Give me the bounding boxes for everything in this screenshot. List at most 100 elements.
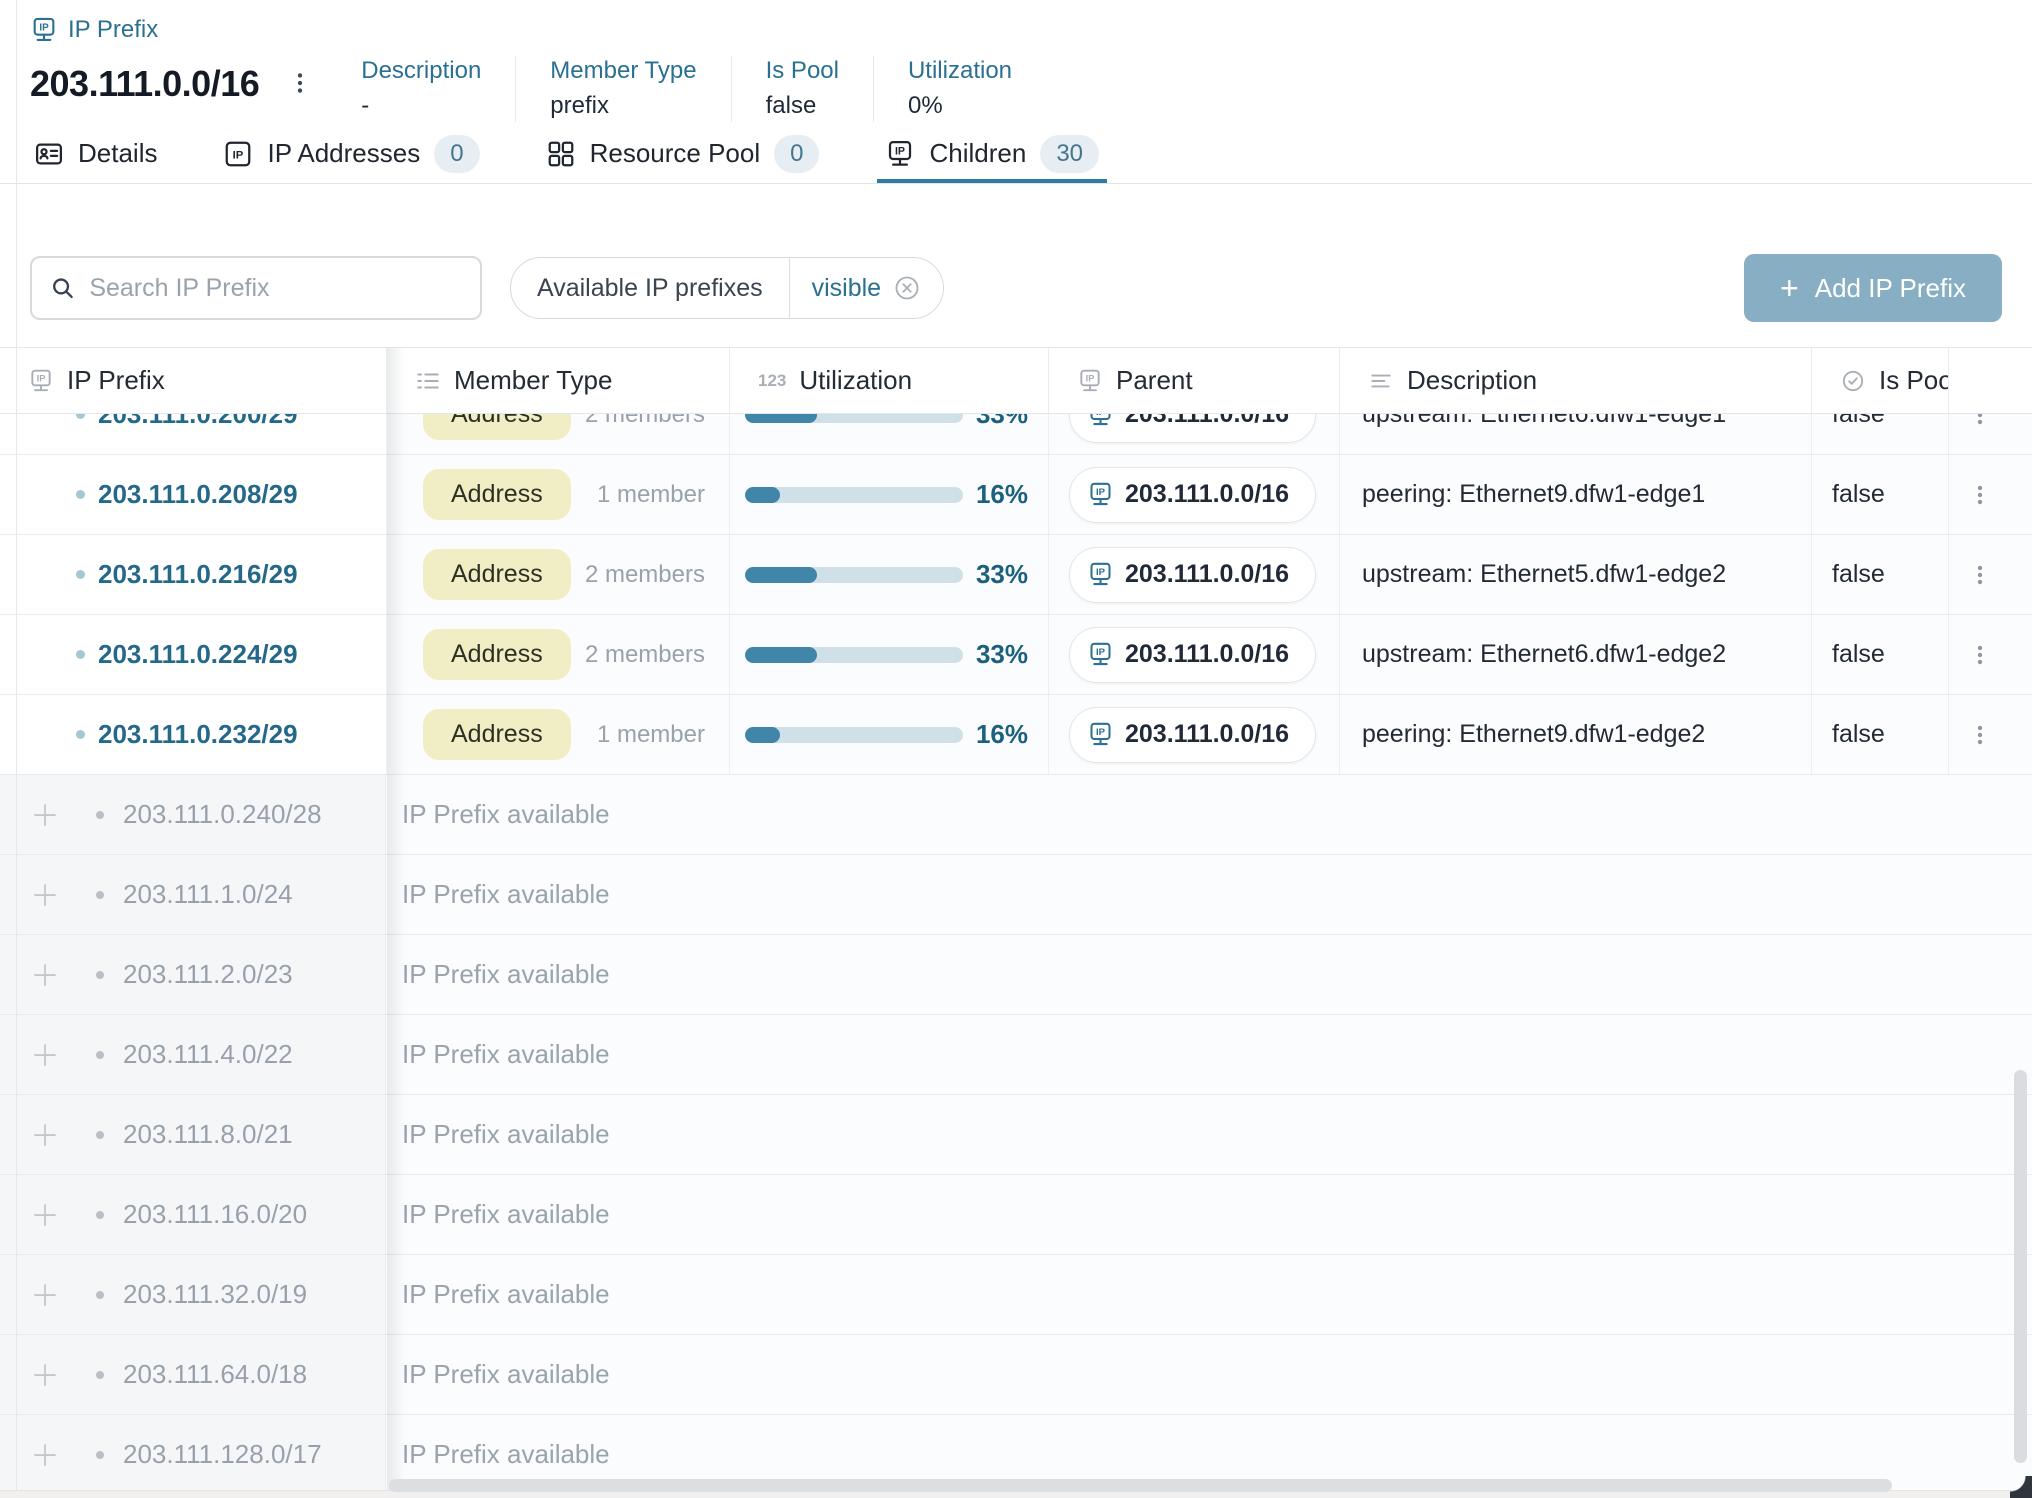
available-prefix-row: 203.111.8.0/21 IP Prefix available	[0, 1095, 2032, 1175]
row-actions-button[interactable]	[1968, 483, 1992, 507]
add-ip-prefix-button[interactable]: + Add IP Prefix	[1744, 254, 2002, 322]
parent-link[interactable]: IP203.111.0.0/16	[1069, 467, 1316, 523]
column-header-description[interactable]: Description	[1339, 348, 1811, 413]
table-header: IP IP Prefix Member Type 123 Utilization…	[0, 348, 2032, 414]
row-actions-button[interactable]	[1968, 723, 1992, 747]
add-available-prefix-button[interactable]	[30, 1280, 60, 1310]
available-prefix-row: 203.111.1.0/24 IP Prefix available	[0, 855, 2032, 935]
search-input[interactable]	[89, 274, 462, 303]
available-prefix: 203.111.16.0/20	[123, 1199, 307, 1230]
children-table: IP IP Prefix Member Type 123 Utilization…	[0, 347, 2032, 1495]
add-available-prefix-button[interactable]	[30, 1440, 60, 1470]
svg-text:IP: IP	[1096, 567, 1106, 578]
parent-link[interactable]: IP203.111.0.0/16	[1069, 414, 1316, 443]
tab-ip-addresses[interactable]: IP IP Addresses 0	[221, 124, 481, 183]
available-prefix: 203.111.0.240/28	[123, 799, 322, 830]
prefix-bullet	[76, 650, 85, 659]
ip-prefix-icon: IP	[885, 139, 915, 169]
column-header-member-type[interactable]: Member Type	[386, 348, 729, 413]
filter-chip-value[interactable]: visible	[789, 258, 943, 318]
available-prefix: 203.111.8.0/21	[123, 1119, 293, 1150]
search-box[interactable]	[30, 256, 482, 320]
number-icon: 123	[758, 371, 786, 391]
search-icon	[50, 274, 75, 302]
prefix-bullet	[76, 570, 85, 579]
summary-field-is-pool: Is Pool false	[766, 54, 873, 124]
prefix-bullet	[96, 1131, 104, 1139]
tab-details[interactable]: Details	[32, 124, 159, 183]
ip-prefix-icon: IP	[1087, 481, 1114, 508]
tab-children[interactable]: IP Children 30	[883, 124, 1101, 183]
available-label: IP Prefix available	[402, 1039, 610, 1070]
svg-text:IP: IP	[1096, 727, 1106, 738]
column-header-is-pool[interactable]: Is Pool	[1811, 348, 1948, 413]
tab-resource-pool[interactable]: Resource Pool 0	[544, 124, 822, 183]
available-prefix: 203.111.4.0/22	[123, 1039, 293, 1070]
member-type-badge: Address	[423, 549, 571, 600]
ip-box-icon: IP	[223, 139, 253, 169]
parent-link[interactable]: IP203.111.0.0/16	[1069, 547, 1316, 603]
row-actions-button[interactable]	[1968, 414, 1992, 427]
available-prefix-row: 203.111.32.0/19 IP Prefix available	[0, 1255, 2032, 1335]
parent-link[interactable]: IP203.111.0.0/16	[1069, 707, 1316, 763]
parent-link[interactable]: IP203.111.0.0/16	[1069, 627, 1316, 683]
member-type-badge: Address	[423, 709, 571, 760]
breadcrumb-label: IP Prefix	[68, 16, 158, 44]
kebab-icon	[1968, 723, 1992, 747]
summary-field-utilization: Utilization 0%	[908, 54, 1046, 124]
add-available-prefix-button[interactable]	[30, 960, 60, 990]
svg-text:IP: IP	[233, 149, 244, 161]
table-row: 203.111.0.216/29 Address2 members 33% IP…	[0, 535, 2032, 615]
utilization-value: 33%	[976, 414, 1028, 430]
utilization-value: 33%	[976, 639, 1028, 670]
prefix-bullet	[96, 1051, 104, 1059]
add-available-prefix-button[interactable]	[30, 1200, 60, 1230]
title-actions-button[interactable]	[287, 70, 313, 101]
available-prefix: 203.111.1.0/24	[123, 879, 293, 910]
member-count: 2 members	[585, 641, 705, 669]
grid-icon	[546, 139, 576, 169]
table-row: 203.111.0.208/29 Address1 member 16% IP2…	[0, 455, 2032, 535]
table-row: 203.111.0.232/29 Address1 member 16% IP2…	[0, 695, 2032, 775]
prefix-link[interactable]: 203.111.0.224/29	[98, 639, 298, 670]
column-header-utilization[interactable]: 123 Utilization	[729, 348, 1048, 413]
row-actions-button[interactable]	[1968, 643, 1992, 667]
horizontal-scrollbar-thumb[interactable]	[389, 1479, 1892, 1492]
available-prefix: 203.111.2.0/23	[123, 959, 293, 990]
breadcrumb[interactable]: IP IP Prefix	[30, 14, 2032, 46]
prefix-link[interactable]: 203.111.0.216/29	[98, 559, 298, 590]
add-available-prefix-button[interactable]	[30, 880, 60, 910]
add-available-prefix-button[interactable]	[30, 800, 60, 830]
prefix-link[interactable]: 203.111.0.208/29	[98, 479, 298, 510]
column-header-ip-prefix[interactable]: IP IP Prefix	[0, 348, 386, 413]
summary-field-member-type: Member Type prefix	[550, 54, 730, 124]
utilization-bar	[745, 487, 963, 503]
field-divider	[731, 56, 732, 122]
prefix-link[interactable]: 203.111.0.200/29	[98, 414, 298, 430]
summary-fields: Description - Member Type prefix Is Pool…	[361, 54, 1046, 124]
table-body-viewport: 203.111.0.200/29 Address 2 members 33% IP…	[0, 414, 2032, 1495]
available-prefix-row: 203.111.0.240/28 IP Prefix available	[0, 775, 2032, 855]
prefix-bullet	[76, 490, 85, 499]
check-circle-icon	[1840, 368, 1866, 394]
available-prefix-row: 203.111.16.0/20 IP Prefix available	[0, 1175, 2032, 1255]
utilization-bar	[745, 567, 963, 583]
window-corner	[2010, 1476, 2032, 1498]
add-available-prefix-button[interactable]	[30, 1040, 60, 1070]
utilization-value: 16%	[976, 479, 1028, 510]
utilization-bar	[745, 647, 963, 663]
add-available-prefix-button[interactable]	[30, 1360, 60, 1390]
ip-prefix-icon: IP	[1087, 414, 1114, 428]
member-type-badge: Address	[423, 469, 571, 520]
prefix-link[interactable]: 203.111.0.232/29	[98, 719, 298, 750]
remove-filter-icon[interactable]	[893, 274, 921, 302]
available-prefix: 203.111.64.0/18	[123, 1359, 307, 1390]
add-available-prefix-button[interactable]	[30, 1120, 60, 1150]
kebab-icon	[1968, 563, 1992, 587]
row-actions-button[interactable]	[1968, 563, 1992, 587]
available-label: IP Prefix available	[402, 799, 610, 830]
column-header-parent[interactable]: IP Parent	[1048, 348, 1339, 413]
available-label: IP Prefix available	[402, 1199, 610, 1230]
vertical-scrollbar-thumb[interactable]	[2014, 1070, 2027, 1463]
member-count: 2 members	[585, 414, 705, 429]
